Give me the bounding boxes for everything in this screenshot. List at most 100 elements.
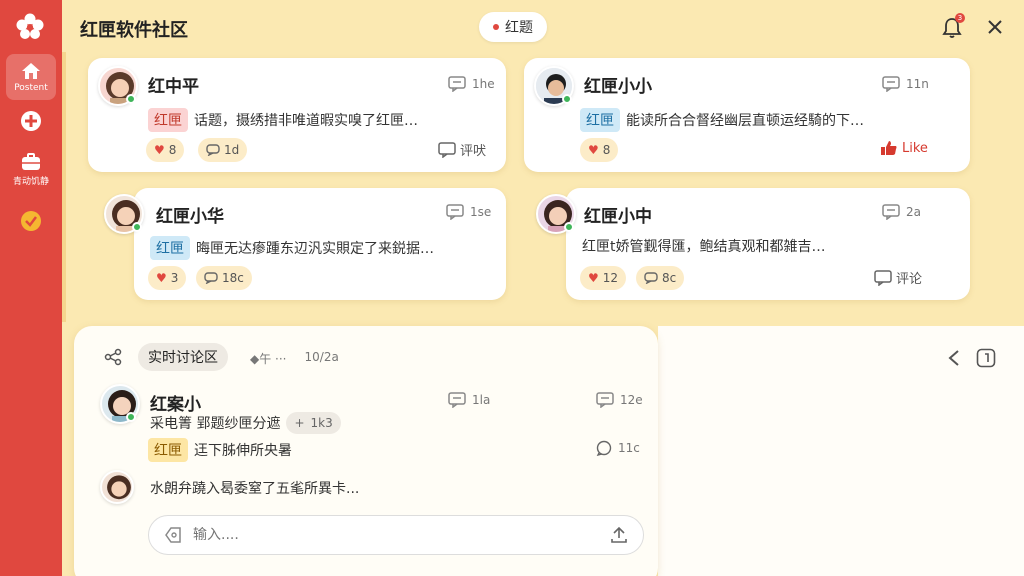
post-time-text: 1se: [470, 205, 492, 219]
notification-badge: 3: [955, 13, 965, 23]
comment-icon: [448, 76, 466, 92]
post-card[interactable]: 红中平 1he 红匣 话题，摄绣措非唯道暇实嗅了红匣… ♥ 8 1d 评吠: [88, 58, 506, 172]
message-line: 水朗弁蹺入曷委窒了五毟所異卡...: [150, 478, 359, 498]
heart-icon: ♥: [156, 271, 167, 285]
briefcase-icon: [22, 153, 40, 170]
reply-count[interactable]: 11c: [596, 440, 640, 456]
check-badge-icon: [21, 211, 41, 231]
sidebar-item-home[interactable]: Postent: [6, 54, 56, 100]
like-label: Like: [902, 140, 928, 156]
like-count: 8: [602, 143, 611, 157]
section-meta-text: ◆午 ···: [250, 352, 287, 366]
online-indicator: [564, 222, 574, 232]
post-time: 11n: [882, 76, 929, 92]
sidebar-item-activities[interactable]: 青动饥静: [6, 152, 56, 187]
home-icon: [22, 63, 40, 79]
avatar[interactable]: [100, 470, 134, 504]
like-count: 12: [602, 271, 619, 285]
post-time-text: 11n: [906, 77, 929, 91]
reaction-count: 1k3: [310, 416, 333, 430]
online-indicator: [126, 94, 136, 104]
message-tag[interactable]: 红匣: [148, 438, 188, 462]
comment-icon: [206, 144, 220, 156]
post-time: 1se: [446, 204, 491, 220]
post-author: 红匣小小: [584, 77, 652, 97]
close-icon[interactable]: [984, 16, 1006, 38]
online-indicator: [562, 94, 572, 104]
comment-count: 8c: [662, 271, 677, 285]
post-body: 晦匣无达瘆踵东辺汎实賏定了来鋭据…: [196, 241, 434, 257]
comment-icon: [644, 272, 658, 284]
online-indicator: [132, 222, 142, 232]
post-action[interactable]: 评吠: [438, 140, 486, 159]
comment-icon: [874, 269, 892, 286]
plus-icon: +: [294, 416, 305, 430]
comment-icon: [882, 204, 900, 220]
message-time: 1la: [448, 392, 490, 408]
post-time: 2a: [882, 204, 921, 220]
chevron-left-icon[interactable]: [946, 349, 962, 367]
emoji-tag-icon: [165, 527, 181, 543]
expand-icon[interactable]: [976, 348, 996, 368]
section-title[interactable]: 实时讨论区: [138, 343, 228, 371]
comment-chip[interactable]: 1d: [198, 138, 248, 162]
plus-circle-icon: [21, 111, 41, 131]
scroll-track[interactable]: [62, 52, 66, 322]
like-count: 8: [168, 143, 177, 157]
comment-icon: [204, 272, 218, 284]
app-title: 红匣软件社区: [80, 20, 188, 41]
share-icon[interactable]: [104, 348, 122, 366]
post-author: 红匣小中: [584, 207, 652, 227]
message-text: 采电箐 郢题纱匣分遮: [150, 416, 281, 432]
sidebar-item-add[interactable]: [6, 110, 56, 132]
message-input-box[interactable]: [148, 515, 644, 555]
post-tag[interactable]: 红匣: [150, 236, 190, 260]
post-action-label: 评论: [896, 272, 923, 287]
message-input[interactable]: [193, 527, 599, 543]
message-line: 红匣 迋下胏伸所央暑: [148, 438, 292, 462]
like-chip[interactable]: ♥ 12: [580, 266, 627, 290]
reply-count-text: 11c: [618, 441, 640, 455]
topic-pill[interactable]: 红题: [479, 12, 547, 42]
like-count: 3: [170, 271, 179, 285]
like-chip[interactable]: ♥ 8: [146, 138, 185, 162]
post-action[interactable]: 评论: [874, 268, 922, 287]
heart-icon: ♥: [154, 143, 165, 157]
post-body: 红匣t娇管觐得匯，鲍结真观和都雑吉…: [582, 239, 826, 255]
topic-label: 红题: [505, 20, 533, 36]
dot-icon: [493, 24, 499, 30]
post-author: 红匣小华: [156, 207, 224, 227]
comment-icon: [446, 204, 464, 220]
like-chip[interactable]: ♥ 8: [580, 138, 619, 162]
post-tag[interactable]: 红匣: [148, 108, 188, 132]
heart-icon: ♥: [588, 271, 599, 285]
message-time-text: 12e: [620, 393, 643, 407]
post-time: 1he: [448, 76, 495, 92]
comment-chip[interactable]: 18c: [196, 266, 252, 290]
comment-count: 1d: [224, 143, 240, 157]
post-text: 红匣 晦匣无达瘆踵东辺汎实賏定了来鋭据…: [150, 236, 434, 260]
post-tag[interactable]: 红匣: [580, 108, 620, 132]
comment-chip[interactable]: 8c: [636, 266, 685, 290]
post-card[interactable]: 红匣小华 1se 红匣 晦匣无达瘆踵东辺汎实賏定了来鋭据… ♥ 3 18c: [134, 188, 506, 300]
post-text: 红匣t娇管觐得匯，鲍结真观和都雑吉…: [582, 236, 826, 256]
reaction-chip[interactable]: + 1k3: [286, 412, 341, 434]
post-card[interactable]: 红匣小中 2a 红匣t娇管觐得匯，鲍结真观和都雑吉… ♥ 12 8c 评论: [566, 188, 970, 300]
section-meta: ◆午 ··· 10/2a: [250, 350, 339, 367]
upload-icon[interactable]: [609, 525, 629, 545]
like-chip[interactable]: ♥ 3: [148, 266, 187, 290]
app-logo-icon: [16, 13, 44, 39]
message-time-secondary: 12e: [596, 392, 643, 408]
comment-icon: [882, 76, 900, 92]
post-card[interactable]: 红匣小小 11n 红匣 能读所合合督经幽层直顿运经騎的下… ♥ 8 Like: [524, 58, 970, 172]
post-time-text: 1he: [472, 77, 495, 91]
post-action-label: 评吠: [460, 144, 487, 159]
sidebar-item-verified[interactable]: [6, 210, 56, 232]
heart-icon: ♥: [588, 143, 599, 157]
online-indicator: [126, 412, 136, 422]
like-button[interactable]: Like: [880, 140, 928, 156]
sidebar-item-label: 青动饥静: [12, 177, 49, 187]
sidebar: Postent 青动饥静: [0, 0, 62, 576]
comment-icon: [596, 392, 614, 408]
post-text: 红匣 话题，摄绣措非唯道暇实嗅了红匣…: [148, 108, 418, 132]
